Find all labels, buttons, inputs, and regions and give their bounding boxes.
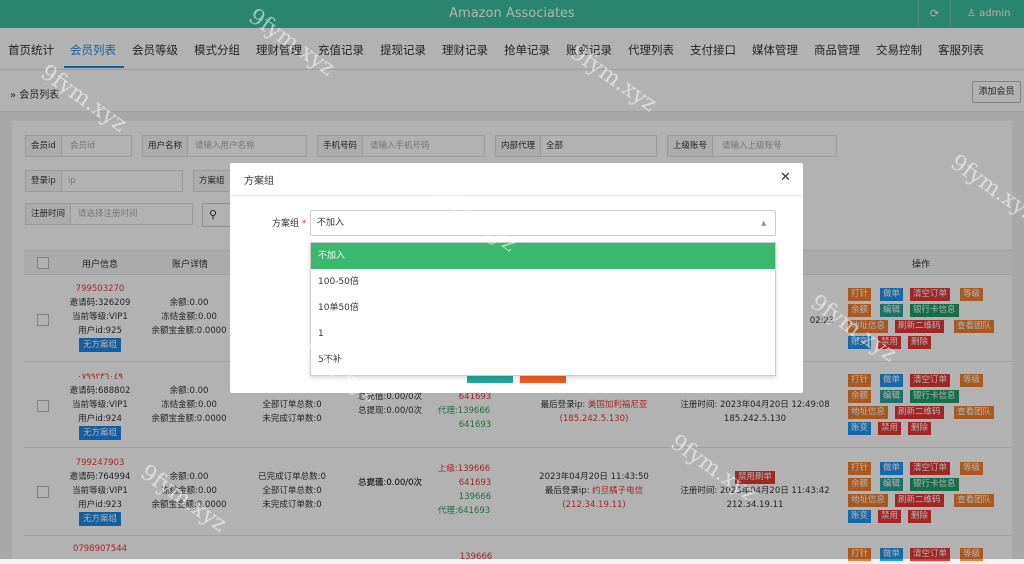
- close-icon[interactable]: ✕: [780, 170, 791, 185]
- divider: [230, 195, 803, 196]
- chevron-up-icon: ▲: [761, 219, 767, 227]
- plan-group-select[interactable]: 不加入 ▲: [310, 210, 776, 236]
- plan-group-label: 方案组 *: [272, 219, 307, 229]
- cancel-button[interactable]: [520, 376, 566, 383]
- option-100-50x[interactable]: 100-50倍: [311, 269, 775, 295]
- option-1[interactable]: 1: [311, 321, 775, 347]
- option-10-orders-50x[interactable]: 10单50倍: [311, 295, 775, 321]
- option-not-join[interactable]: 不加入: [311, 243, 775, 269]
- option-5-no-refill[interactable]: 5不补: [311, 347, 775, 373]
- confirm-button[interactable]: [467, 376, 513, 383]
- dialog-title: 方案组: [244, 176, 274, 187]
- plan-group-options: 不加入 100-50倍 10单50倍 1 5不补: [310, 242, 776, 376]
